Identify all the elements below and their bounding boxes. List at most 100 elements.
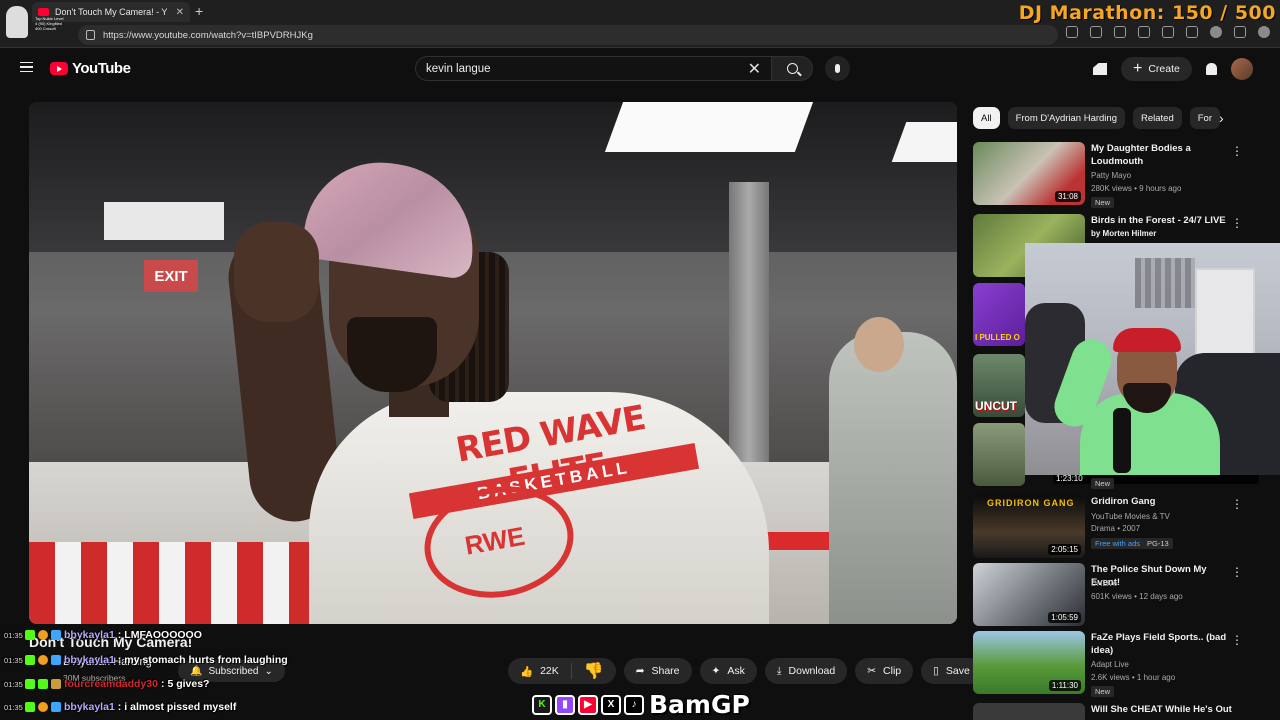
list-item[interactable]: GRIDIRON GANG 2:05:15 Gridiron Gang YouT…: [973, 495, 1263, 559]
channel-name[interactable]: Adapt Live: [1091, 660, 1129, 669]
chat-text: my stomach hurts from laughing: [124, 654, 288, 666]
video-thumbnail[interactable]: UNCUT: [973, 354, 1025, 417]
like-button[interactable]: 👍 22K: [508, 663, 572, 679]
list-item[interactable]: Will She CHEAT While He's Out: [973, 703, 1263, 720]
clip-label: Clip: [883, 665, 902, 677]
search-input[interactable]: kevin langue ✕: [415, 56, 772, 81]
site-info-icon[interactable]: [86, 30, 95, 40]
notifications-bell-icon[interactable]: [1205, 63, 1217, 75]
video-player[interactable]: EXIT RED WAVE ELITE BASKETBALL RWE: [29, 102, 957, 624]
video-title[interactable]: Gridiron Gang: [1091, 495, 1236, 508]
search-button[interactable]: [771, 56, 813, 81]
more-vertical-icon[interactable]: ⋮: [1231, 633, 1243, 647]
voice-search-button[interactable]: [825, 56, 850, 81]
video-title[interactable]: FaZe Plays Field Sports.. (bad idea): [1091, 631, 1236, 657]
download-label: Download: [788, 665, 836, 677]
bell-icon: 🔔: [190, 665, 203, 677]
channel-name[interactable]: Patty Mayo: [1091, 171, 1131, 180]
youtube-logo[interactable]: YouTube: [50, 60, 131, 77]
clear-search-icon[interactable]: ✕: [748, 59, 761, 79]
marathon-counter: DJ Marathon: 150 ∕ 500: [1018, 2, 1276, 24]
refresh-icon[interactable]: [1114, 26, 1126, 38]
thumbs-down-icon: 👎: [583, 663, 604, 680]
extension-icon[interactable]: [1066, 26, 1078, 38]
chat-username: bbykayla1: [64, 701, 115, 713]
video-meta: 280K views • 9 hours ago: [1091, 184, 1182, 193]
more-vertical-icon[interactable]: ⋮: [1231, 565, 1243, 579]
chat-separator: :: [117, 629, 122, 641]
chip-for-you[interactable]: For: [1189, 107, 1220, 129]
free-with-ads-badge: Free with ads: [1091, 538, 1145, 549]
download-button[interactable]: ⤓ Download: [764, 658, 848, 684]
kick-icon: K: [532, 694, 552, 715]
list-item[interactable]: UNCUT: [973, 354, 1025, 418]
chevron-right-icon[interactable]: ›: [1219, 110, 1224, 126]
video-thumbnail[interactable]: 1:11:30: [973, 631, 1085, 694]
more-options-icon[interactable]: [1234, 26, 1246, 38]
create-button[interactable]: + Create: [1121, 57, 1192, 81]
tiktok-icon: ♪: [624, 694, 644, 715]
ask-button[interactable]: ✦ Ask: [699, 658, 757, 684]
more-vertical-icon[interactable]: ⋮: [1231, 144, 1243, 158]
video-thumbnail[interactable]: 31:08: [973, 142, 1085, 205]
chat-separator: :: [117, 654, 122, 666]
chip-related[interactable]: Related: [1133, 107, 1182, 129]
address-url: https://www.youtube.com/watch?v=tIBPVDRH…: [103, 29, 313, 41]
chat-message: 01:35 bbykayla1 : my stomach hurts from …: [4, 654, 288, 666]
x-icon: X: [601, 694, 621, 715]
list-item[interactable]: 31:08 My Daughter Bodies a Loudmouth Pat…: [973, 142, 1263, 208]
emote-icon: [38, 630, 48, 640]
create-label: Create: [1148, 63, 1180, 75]
address-bar[interactable]: https://www.youtube.com/watch?v=tIBPVDRH…: [78, 25, 1058, 45]
dislike-button[interactable]: 👎: [572, 661, 616, 681]
share-label: Share: [651, 665, 680, 677]
extensions-icon[interactable]: [1138, 26, 1150, 38]
search-icon: [786, 63, 798, 74]
video-thumbnail[interactable]: I PULLED O: [973, 283, 1025, 346]
video-meta: Drama • 2007: [1091, 524, 1141, 533]
thumbs-up-icon: 👍: [520, 665, 534, 678]
menu-icon[interactable]: [20, 62, 33, 72]
more-vertical-icon[interactable]: ⋮: [1231, 497, 1243, 511]
list-item[interactable]: I PULLED O: [973, 283, 1025, 347]
kick-badge-icon: [25, 702, 35, 712]
list-item[interactable]: 1:05:59 The Police Shut Down My Event! D…: [973, 563, 1263, 627]
tab-close-icon[interactable]: ✕: [176, 7, 184, 18]
cast-icon[interactable]: [1093, 63, 1107, 75]
emote-icon: [38, 655, 48, 665]
browser-essentials-icon[interactable]: [1186, 26, 1198, 38]
video-thumbnail[interactable]: [973, 703, 1085, 720]
video-thumbnail[interactable]: 1:05:59: [973, 563, 1085, 626]
new-tab-button[interactable]: +: [195, 3, 203, 19]
youtube-wordmark: YouTube: [72, 60, 131, 77]
copilot-icon[interactable]: [1258, 26, 1270, 38]
favorite-icon[interactable]: [1090, 26, 1102, 38]
video-thumbnail[interactable]: GRIDIRON GANG 2:05:15: [973, 495, 1085, 558]
gem-badge-icon: [51, 655, 61, 665]
new-badge: New: [1091, 478, 1115, 489]
chip-all[interactable]: All: [973, 107, 1000, 129]
profile-icon[interactable]: [1210, 26, 1222, 38]
channel-name[interactable]: YouTube Movies & TV: [1091, 512, 1170, 521]
avatar[interactable]: [1230, 58, 1253, 80]
video-thumbnail[interactable]: [973, 423, 1025, 486]
video-title[interactable]: My Daughter Bodies a Loudmouth: [1091, 142, 1236, 168]
more-vertical-icon[interactable]: ⋮: [1231, 216, 1243, 230]
rating-badge: PG-13: [1143, 538, 1173, 549]
list-item[interactable]: 1:11:30 FaZe Plays Field Sports.. (bad i…: [973, 631, 1263, 697]
chip-from-channel[interactable]: From D'Aydrian Harding: [1007, 107, 1125, 129]
stream-badge: Top Nukie Level 4 (90) Kingfiled 400 Cro…: [2, 2, 64, 42]
youtube-header: YouTube kevin langue ✕ + Create: [0, 48, 1280, 88]
plus-icon: +: [1133, 60, 1143, 77]
video-title[interactable]: Birds in the Forest - 24/7 LIVE: [1091, 214, 1236, 227]
share-icon: ➦: [635, 665, 645, 677]
share-button[interactable]: ➦ Share: [623, 658, 692, 684]
clip-button[interactable]: ✂ Clip: [855, 658, 914, 684]
chat-username: bbykayla1: [64, 654, 115, 666]
emote-icon: [51, 679, 61, 689]
channel-name[interactable]: DHLive: [1091, 579, 1117, 588]
video-title[interactable]: Will She CHEAT While He's Out: [1091, 703, 1236, 716]
kick-badge-icon: [25, 655, 35, 665]
channel-name[interactable]: by Morten Hilmer: [1091, 229, 1156, 238]
favorites-icon[interactable]: [1162, 26, 1174, 38]
